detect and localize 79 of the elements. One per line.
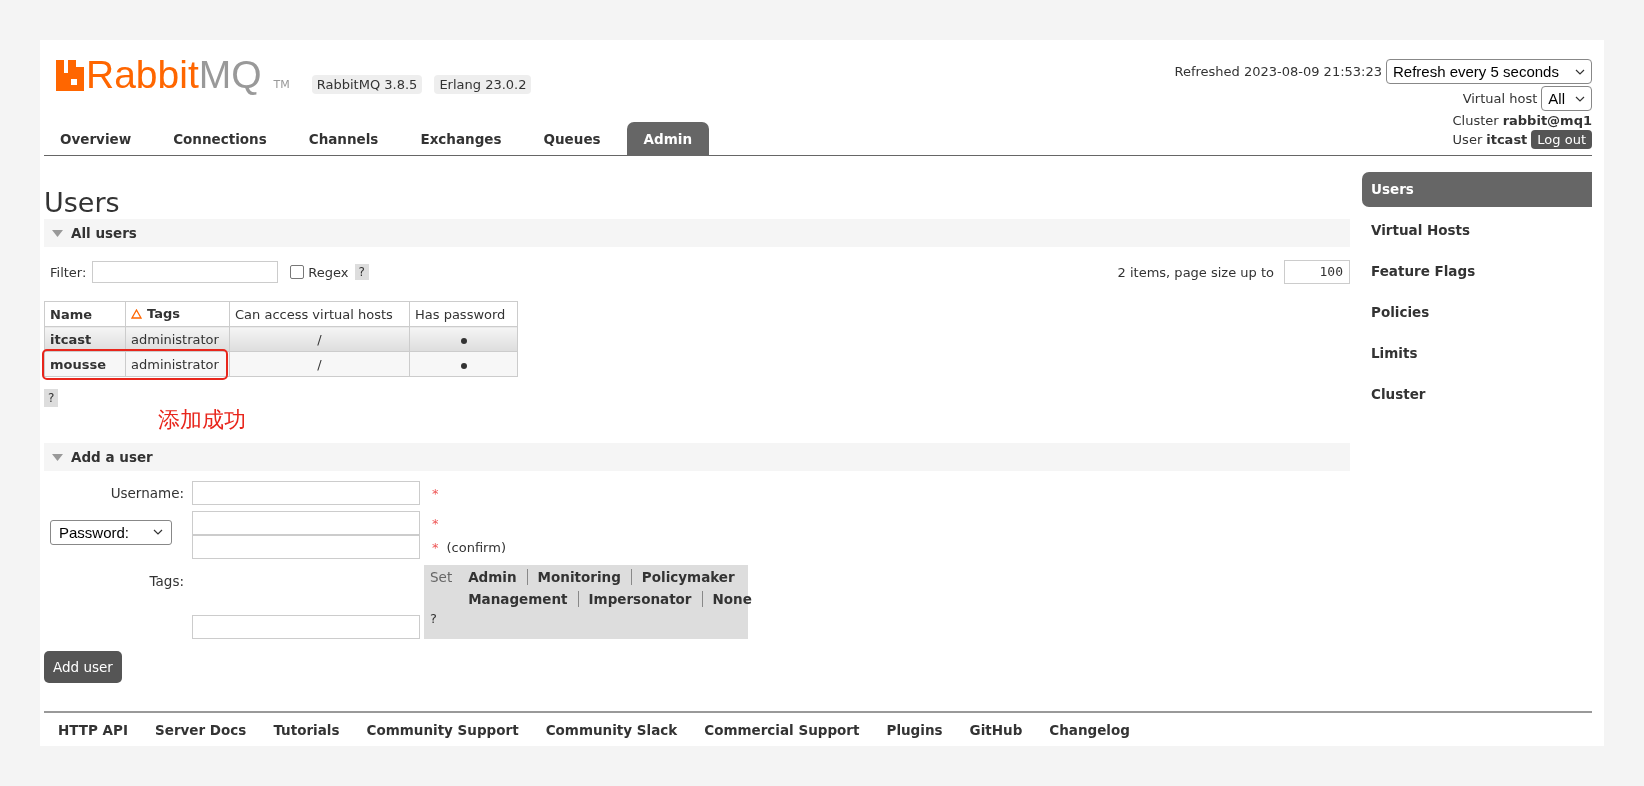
nav-tab[interactable]: Queues	[527, 122, 627, 155]
footer-link[interactable]: Plugins	[886, 722, 943, 738]
version-badge: RabbitMQ 3.8.5	[311, 75, 423, 94]
username-field[interactable]	[192, 481, 420, 505]
sidebar-item[interactable]: Virtual Hosts	[1362, 213, 1592, 248]
footer-link[interactable]: Server Docs	[155, 722, 247, 738]
confirm-note: (confirm)	[446, 539, 506, 555]
section-header[interactable]: All users	[44, 219, 1350, 247]
sort-icon	[131, 308, 142, 319]
required-mark: *	[432, 539, 439, 555]
column-header[interactable]: Name	[44, 301, 126, 327]
sidebar-item[interactable]: Limits	[1362, 336, 1592, 371]
tag-option-link[interactable]: Admin	[468, 569, 527, 585]
tag-option-link[interactable]: Policymaker	[630, 569, 745, 585]
tag-option-link[interactable]: None	[701, 591, 762, 607]
rabbit-logo-icon	[56, 60, 84, 91]
nav-tab[interactable]: Overview	[44, 122, 158, 155]
refresh-select[interactable]: Refresh every 5 seconds	[1386, 59, 1592, 84]
brand-name: RabbitMQ	[86, 56, 262, 94]
page-size-field[interactable]: 100	[1284, 260, 1350, 284]
nav-tab[interactable]: Channels	[292, 122, 405, 155]
table-cell: /	[229, 351, 410, 377]
cluster-name: rabbit@mq1	[1502, 113, 1592, 128]
annotation-text: 添加成功	[158, 407, 247, 433]
username-label: Username:	[109, 485, 184, 501]
sidebar-item[interactable]: Policies	[1362, 295, 1592, 330]
required-mark: *	[432, 515, 439, 531]
footer-link[interactable]: Community Support	[366, 722, 519, 738]
page-title: Users	[44, 186, 121, 219]
tags-label: Tags:	[148, 573, 184, 589]
nav-tab[interactable]: Exchanges	[404, 122, 528, 155]
required-mark: *	[432, 485, 439, 501]
column-header[interactable]: Tags	[125, 301, 230, 327]
footer-link[interactable]: Community Slack	[545, 722, 678, 738]
tag-option-link[interactable]: Impersonator	[577, 591, 702, 607]
confirm-field[interactable]	[192, 535, 420, 559]
caret-icon	[1575, 95, 1585, 102]
paging-summary: 2 items, page size up to	[1117, 264, 1274, 280]
trademark-mark: TM	[273, 78, 290, 92]
vhost-select[interactable]: All	[1541, 86, 1592, 111]
footer-link[interactable]: Commercial Support	[704, 722, 860, 738]
user-label: User	[1452, 132, 1483, 147]
help-button[interactable]: ?	[354, 264, 369, 280]
sidebar-item[interactable]: Cluster	[1362, 377, 1592, 412]
column-header[interactable]: Has password	[409, 301, 518, 327]
tags-field[interactable]	[192, 615, 420, 639]
table-cell: /	[229, 326, 410, 352]
logout-button[interactable]: Log out	[1531, 130, 1592, 149]
footer-link[interactable]: Tutorials	[273, 722, 340, 738]
footer-link[interactable]: HTTP API	[58, 722, 128, 738]
password-select[interactable]: Password:	[50, 519, 172, 545]
sidebar-item[interactable]: Feature Flags	[1362, 254, 1592, 289]
column-header[interactable]: Can access virtual hosts	[229, 301, 410, 327]
help-button[interactable]: ?	[430, 611, 437, 626]
vhost-label: Virtual host	[1462, 91, 1538, 106]
version-badge: Erlang 23.0.2	[434, 75, 532, 94]
refreshed-time: Refreshed 2023-08-09 21:53:23	[1174, 64, 1382, 79]
set-label: Set	[430, 569, 453, 587]
user-name: itcast	[1486, 132, 1528, 147]
help-button[interactable]: ?	[44, 389, 59, 407]
cluster-label: Cluster	[1452, 113, 1499, 128]
regex-label: Regex	[308, 264, 349, 280]
add-user-button[interactable]: Add user	[44, 651, 122, 683]
filter-label: Filter:	[50, 264, 87, 280]
collapse-icon[interactable]	[52, 229, 63, 237]
nav-tab[interactable]: Admin	[626, 122, 709, 155]
regex-checkbox[interactable]	[290, 265, 305, 279]
nav-tab[interactable]: Connections	[157, 122, 293, 155]
footer-link[interactable]: GitHub	[969, 722, 1023, 738]
tag-option-link[interactable]: Monitoring	[526, 569, 631, 585]
section-header[interactable]: Add a user	[44, 443, 1350, 471]
caret-icon	[153, 529, 163, 535]
caret-icon	[1575, 68, 1585, 75]
tag-option-link[interactable]: Management	[468, 591, 578, 607]
sidebar-item[interactable]: Users	[1362, 172, 1592, 207]
password-field[interactable]	[192, 511, 420, 535]
collapse-icon[interactable]	[52, 453, 63, 461]
filter-field[interactable]	[92, 261, 279, 283]
footer-link[interactable]: Changelog	[1049, 722, 1130, 738]
